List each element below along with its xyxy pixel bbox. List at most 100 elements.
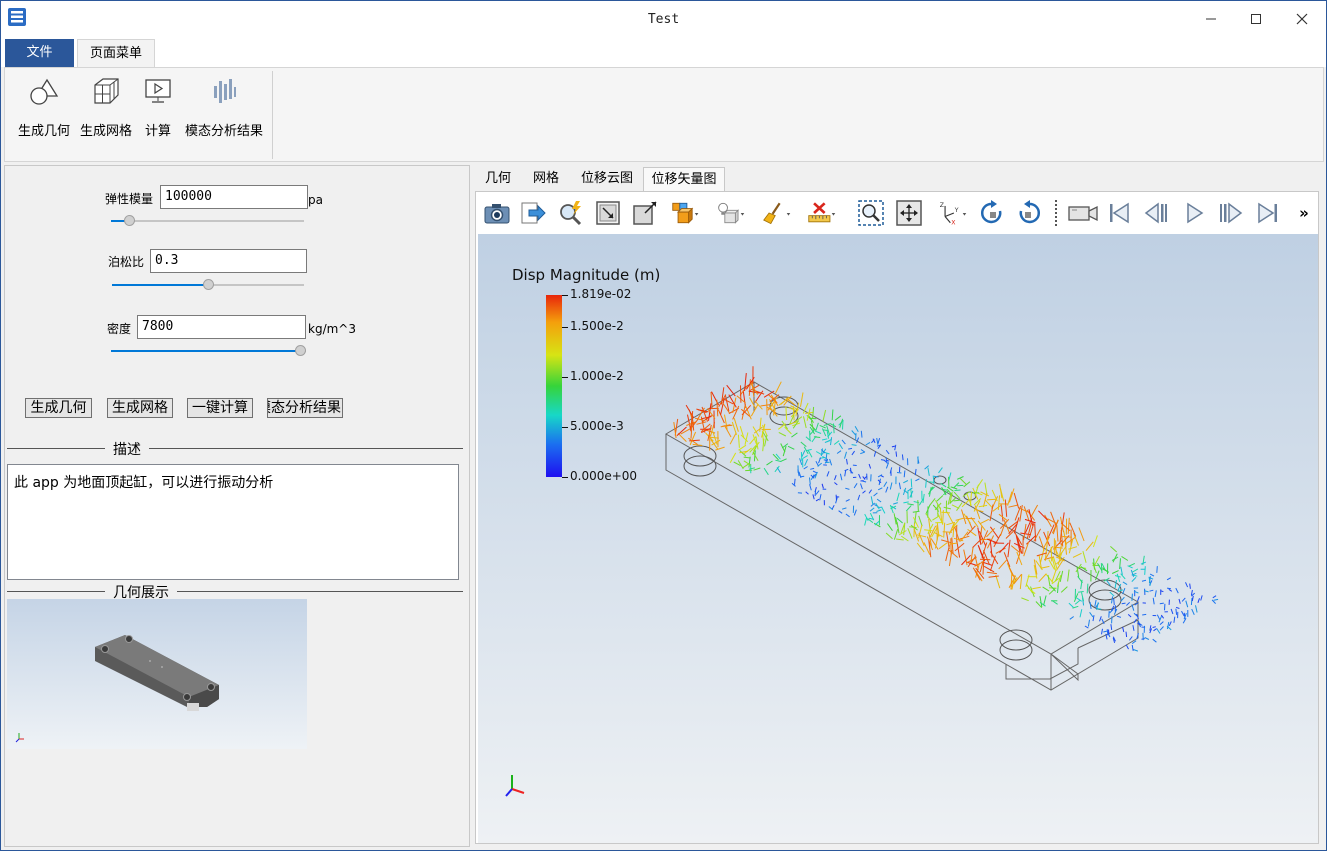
vector-arrow [1190,597,1193,606]
first-frame-button[interactable] [1104,198,1134,228]
vector-arrow [941,511,951,514]
rotate-cw-button[interactable] [977,198,1007,228]
tab-displacement-contour[interactable]: 位移云图 [573,167,641,191]
tab-geometry[interactable]: 几何 [477,167,519,191]
tab-page-menu[interactable]: 页面菜单 [77,39,155,67]
vector-field-plot [505,366,1219,797]
vector-arrow [1122,581,1128,586]
minimize-button[interactable] [1188,1,1234,37]
vector-arrow [877,438,881,445]
ruler-cross-icon [808,202,836,223]
description-textbox[interactable]: 此 app 为地面顶起缸，可以进行振动分析 [7,464,459,580]
vector-arrow [800,392,804,407]
vector-arrow [1073,532,1079,546]
measure-button[interactable] [807,198,837,228]
view-cube-icon [672,202,699,224]
orientation-axes [505,775,525,797]
vector-arrow [1086,583,1089,594]
vector-arrow [1149,573,1155,577]
last-frame-button[interactable] [1253,198,1283,228]
vector-arrow [1030,504,1039,518]
ribbon-generate-mesh-button[interactable]: 生成网格 [76,74,136,144]
clear-button[interactable] [762,198,792,228]
record-button[interactable] [1066,198,1100,228]
screenshot-button[interactable] [482,198,512,228]
generate-geometry-button[interactable]: 生成几何 [25,398,92,418]
vector-arrow [1103,630,1108,633]
rotate-ccw-button[interactable] [1014,198,1044,228]
vector-arrow [901,454,904,461]
ribbon-generate-geometry-button[interactable]: 生成几何 [14,74,74,144]
fit-view-button[interactable] [894,198,924,228]
rotate-counterclockwise-icon [1019,200,1041,224]
vector-arrow [910,478,913,488]
toolbar-overflow-button[interactable]: » [1294,198,1314,228]
vector-arrow [1111,570,1119,574]
previous-frame-button[interactable] [1141,198,1171,228]
vector-arrow [1000,504,1004,522]
view-cube-button[interactable] [671,198,701,228]
vector-arrow [1110,546,1118,553]
close-button[interactable] [1279,1,1325,37]
vector-arrow [1197,598,1200,603]
probe-button[interactable] [556,198,586,228]
vector-arrow [813,436,821,438]
slider-handle[interactable] [295,345,306,356]
slider-handle[interactable] [123,215,135,226]
poisson-ratio-slider[interactable] [112,278,304,292]
zoom-to-selection-button[interactable] [856,198,886,228]
maximize-button[interactable] [1233,1,1279,37]
elastic-modulus-input[interactable]: 100000 [160,185,308,209]
vector-arrow [851,430,856,436]
vector-arrow [1167,587,1171,590]
vector-arrow [1130,569,1135,577]
elastic-modulus-unit: pa [308,193,323,207]
vector-arrow [1122,588,1126,595]
zoom-selection-icon [858,200,884,226]
vector-arrow [876,437,879,445]
vector-arrow [814,489,817,497]
vector-arrow [1068,546,1078,550]
density-slider[interactable] [111,344,306,358]
poisson-ratio-input[interactable]: 0.3 [150,249,307,273]
zoom-box-button[interactable] [593,198,623,228]
vector-arrow [896,472,902,474]
ribbon-compute-button[interactable]: 计算 [138,74,178,144]
vector-arrow [1132,625,1135,631]
zoom-out-box-button[interactable] [630,198,660,228]
export-button[interactable] [518,198,548,228]
vector-arrow [1038,510,1048,521]
step-back-icon [1144,202,1167,224]
ribbon-modal-results-button[interactable]: 模态分析结果 [183,74,265,144]
slider-handle[interactable] [202,279,214,290]
vector-arrow [1128,562,1136,567]
vector-arrow [959,478,967,485]
description-group-title: 描述 [105,439,149,459]
generate-mesh-button[interactable]: 生成网格 [107,398,173,418]
render-scene[interactable]: Disp Magnitude (m) 1.819e-02 1.500e-2 1.00… [478,234,1318,843]
modal-results-button[interactable]: 模态分析结果 [267,398,343,418]
geometry-icon [30,78,59,105]
vector-arrow [974,484,979,497]
density-label: 密度 [107,322,132,336]
light-button[interactable] [716,198,746,228]
tab-displacement-vector[interactable]: 位移矢量图 [643,167,725,191]
one-click-compute-button[interactable]: 一键计算 [187,398,253,418]
zoom-in-box-icon [596,201,620,225]
slider-fill [111,350,300,352]
vector-arrow [1153,628,1157,632]
light-bulb-icon [718,202,745,224]
axes-orientation-button[interactable]: Z YX [938,198,968,228]
vector-arrow [1064,539,1067,555]
play-button[interactable] [1179,198,1209,228]
vector-arrow [1144,637,1150,640]
ribbon-separator [272,71,273,159]
next-frame-button[interactable] [1216,198,1246,228]
vector-arrow [1056,525,1059,542]
elastic-modulus-slider[interactable] [111,214,304,228]
density-input[interactable]: 7800 [137,315,306,339]
vector-arrow [1168,621,1172,627]
tab-file[interactable]: 文件 [5,39,74,67]
geometry-preview-model [15,635,219,743]
tab-mesh[interactable]: 网格 [525,167,567,191]
